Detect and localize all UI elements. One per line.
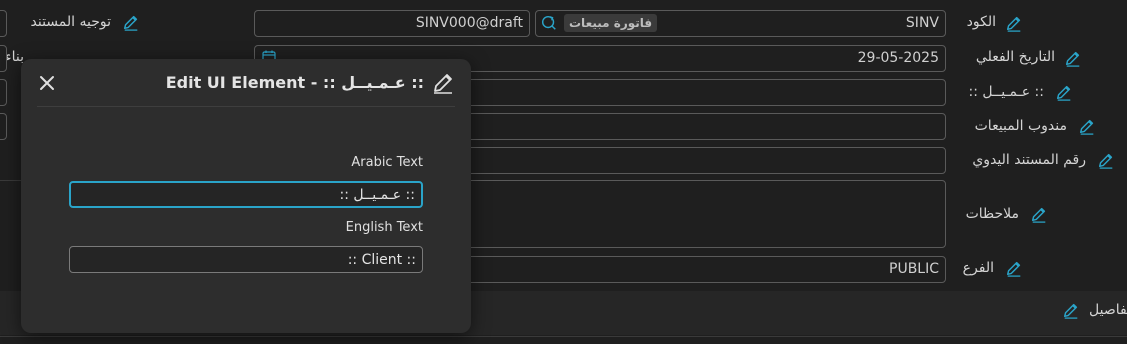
customer-edit-pencil-icon[interactable]	[1055, 83, 1073, 101]
notes-edit-pencil-icon[interactable]	[1030, 205, 1048, 223]
doc-direction-field-partial[interactable]	[0, 10, 7, 37]
doc-type-badge: فاتورة مبيعات	[564, 14, 658, 32]
based-on-field-partial[interactable]	[0, 45, 7, 72]
english-text-input[interactable]	[69, 246, 423, 273]
dialog-header-divider	[37, 106, 455, 107]
actual-date-value: 29-05-2025	[857, 50, 939, 66]
left-divider-line	[0, 180, 22, 181]
draft-number-field[interactable]: SINV000@draft	[254, 10, 530, 37]
code-edit-pencil-icon[interactable]	[1005, 14, 1023, 32]
actual-date-label: التاريخ الفعلي	[975, 49, 1055, 65]
code-label: الكود	[966, 14, 996, 30]
code-value: SINV	[905, 15, 939, 31]
refresh-search-icon[interactable]	[540, 14, 558, 32]
dialog-title: Edit UI Element - :: عـمـيــل ::	[165, 73, 424, 92]
details-label: تفاصيل	[1089, 302, 1127, 318]
notes-label: ملاحظات	[965, 206, 1019, 222]
manual-doc-label: رقم المستند اليدوي	[972, 152, 1086, 168]
edit-ui-element-dialog: Edit UI Element - :: عـمـيــل :: Arabic …	[21, 59, 471, 333]
branch-label: الفرع	[962, 260, 994, 276]
branch-value: PUBLIC	[889, 261, 939, 277]
customer-label: :: عـمـيــل ::	[968, 84, 1044, 100]
bottom-divider-line	[0, 336, 1127, 337]
doc-direction-label: توجيه المستند	[30, 14, 112, 30]
left-field-partial-3[interactable]	[0, 79, 7, 106]
doc-direction-edit-pencil-icon[interactable]	[122, 13, 140, 31]
manual-doc-edit-pencil-icon[interactable]	[1097, 151, 1115, 169]
arabic-text-label: Arabic Text	[351, 155, 423, 170]
left-field-partial-4[interactable]	[0, 113, 7, 140]
arabic-text-input[interactable]	[69, 181, 423, 208]
english-text-label: English Text	[345, 220, 423, 235]
sales-rep-label: مندوب المبيعات	[974, 118, 1067, 134]
draft-number-value: SINV000@draft	[415, 15, 523, 31]
close-icon[interactable]	[38, 74, 56, 92]
date-edit-pencil-icon[interactable]	[1064, 49, 1082, 67]
dialog-pencil-icon	[431, 71, 455, 95]
details-edit-pencil-icon[interactable]	[1062, 301, 1080, 319]
sales-rep-edit-pencil-icon[interactable]	[1078, 117, 1096, 135]
branch-edit-pencil-icon[interactable]	[1005, 259, 1023, 277]
